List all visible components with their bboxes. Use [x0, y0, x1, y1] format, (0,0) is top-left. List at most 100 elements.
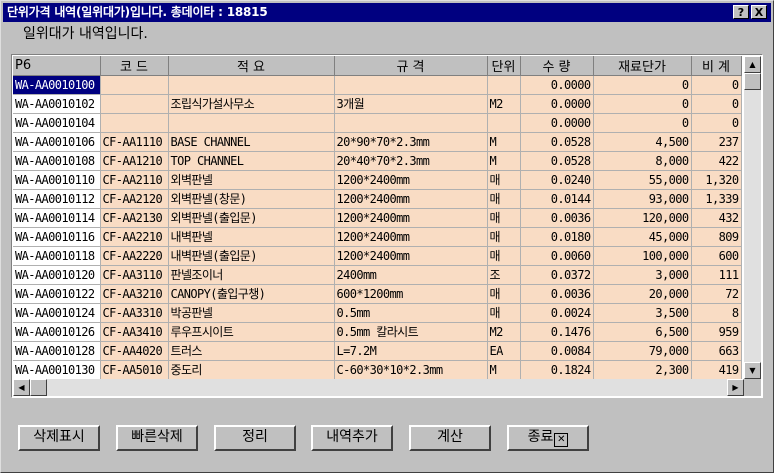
- table-cell[interactable]: 0: [691, 75, 742, 95]
- table-cell[interactable]: WA-AA0010130: [13, 360, 101, 380]
- quick-delete-button[interactable]: 빠른삭제: [116, 425, 198, 451]
- table-cell[interactable]: 0.1476: [520, 322, 594, 342]
- table-cell[interactable]: WA-AA0010112: [13, 189, 101, 209]
- table-cell[interactable]: CF-AA3110: [100, 265, 169, 285]
- table-cell[interactable]: 박공판넬: [168, 303, 335, 323]
- table-row[interactable]: WA-AA0010112 CF-AA2120 외벽판넬(창문) 1200*2400mm…: [13, 189, 742, 209]
- table-cell[interactable]: 중도리: [168, 360, 335, 380]
- table-cell[interactable]: 1200*2400mm: [334, 170, 488, 190]
- table-cell[interactable]: CF-AA3210: [100, 284, 169, 304]
- table-row[interactable]: WA-AA0010126 CF-AA3410 루우프시이트 0.5mm 칼라시트 M2 0…: [13, 322, 742, 342]
- table-cell[interactable]: 1,339: [691, 189, 742, 209]
- table-cell[interactable]: CF-AA3410: [100, 322, 169, 342]
- table-cell[interactable]: CF-AA4020: [100, 341, 169, 361]
- table-cell[interactable]: 0.0000: [520, 94, 594, 114]
- table-row[interactable]: WA-AA0010108 CF-AA1210 TOP CHANNEL 20*40*70…: [13, 151, 742, 171]
- scroll-left-button[interactable]: ◀: [13, 379, 30, 396]
- table-row[interactable]: WA-AA0010110 CF-AA2110 외벽판넬 1200*2400mm 매 0.0…: [13, 170, 742, 190]
- table-cell[interactable]: 2,300: [593, 360, 692, 380]
- table-cell[interactable]: 3,000: [593, 265, 692, 285]
- close-button[interactable]: X: [751, 5, 767, 19]
- table-cell[interactable]: 55,000: [593, 170, 692, 190]
- arrange-button[interactable]: 정리: [214, 425, 296, 451]
- table-cell[interactable]: 루우프시이트: [168, 322, 335, 342]
- table-cell[interactable]: CF-AA3310: [100, 303, 169, 323]
- table-row[interactable]: WA-AA0010118 CF-AA2220 내벽판넬(출입문) 1200*2400m…: [13, 246, 742, 266]
- table-row[interactable]: WA-AA0010128 CF-AA4020 트러스 L=7.2M EA 0.0084 79…: [13, 341, 742, 361]
- column-header[interactable]: P6: [13, 56, 101, 76]
- table-cell[interactable]: 1200*2400mm: [334, 208, 488, 228]
- table-cell[interactable]: [487, 113, 521, 133]
- scroll-right-button[interactable]: ▶: [727, 379, 744, 396]
- table-cell[interactable]: 45,000: [593, 227, 692, 247]
- table-cell[interactable]: [334, 75, 488, 95]
- table-cell[interactable]: 1,320: [691, 170, 742, 190]
- table-cell[interactable]: BASE CHANNEL: [168, 132, 335, 152]
- table-cell[interactable]: 419: [691, 360, 742, 380]
- table-cell[interactable]: CF-AA2220: [100, 246, 169, 266]
- table-cell[interactable]: 매: [487, 227, 521, 247]
- table-cell[interactable]: 0.5mm: [334, 303, 488, 323]
- table-cell[interactable]: 0.1824: [520, 360, 594, 380]
- table-cell[interactable]: WA-AA0010128: [13, 341, 101, 361]
- table-cell[interactable]: M2: [487, 94, 521, 114]
- table-cell[interactable]: 0: [593, 75, 692, 95]
- table-cell[interactable]: CF-AA2130: [100, 208, 169, 228]
- table-row[interactable]: WA-AA0010106 CF-AA1110 BASE CHANNEL 20*90*7…: [13, 132, 742, 152]
- add-item-button[interactable]: 내역추가: [311, 425, 393, 451]
- table-cell[interactable]: [487, 75, 521, 95]
- column-header[interactable]: 비 계: [691, 56, 742, 76]
- table-cell[interactable]: 0.0024: [520, 303, 594, 323]
- table-cell[interactable]: 600: [691, 246, 742, 266]
- table-cell[interactable]: 외벽판넬(출입문): [168, 208, 335, 228]
- table-cell[interactable]: 내벽판넬: [168, 227, 335, 247]
- table-cell[interactable]: 600*1200mm: [334, 284, 488, 304]
- table-cell[interactable]: 0.0036: [520, 284, 594, 304]
- table-row[interactable]: WA-AA0010100 0.0000 0 0: [13, 75, 742, 95]
- table-cell[interactable]: WA-AA0010120: [13, 265, 101, 285]
- calculate-button[interactable]: 계산: [409, 425, 491, 451]
- table-cell[interactable]: [100, 113, 169, 133]
- delete-mark-button[interactable]: 삭제표시: [18, 425, 100, 451]
- table-cell[interactable]: 조립식가설사무소: [168, 94, 335, 114]
- column-header[interactable]: 단위: [487, 56, 521, 76]
- table-cell[interactable]: CANOPY(출입구챙): [168, 284, 335, 304]
- table-row[interactable]: WA-AA0010122 CF-AA3210 CANOPY(출입구챙) 600*120…: [13, 284, 742, 304]
- table-cell[interactable]: TOP CHANNEL: [168, 151, 335, 171]
- column-header[interactable]: 코 드: [100, 56, 169, 76]
- table-cell[interactable]: 0: [593, 113, 692, 133]
- table-cell[interactable]: 0.0036: [520, 208, 594, 228]
- column-header[interactable]: 수 량: [520, 56, 594, 76]
- table-cell[interactable]: M: [487, 132, 521, 152]
- table-row[interactable]: WA-AA0010124 CF-AA3310 박공판넬 0.5mm 매 0.0024 3,5…: [13, 303, 742, 323]
- table-cell[interactable]: 0.0000: [520, 113, 594, 133]
- table-cell[interactable]: 809: [691, 227, 742, 247]
- column-header[interactable]: 재료단가: [593, 56, 692, 76]
- table-cell[interactable]: WA-AA0010106: [13, 132, 101, 152]
- horizontal-scrollbar[interactable]: ◀ ▶: [13, 379, 744, 396]
- table-cell[interactable]: 매: [487, 284, 521, 304]
- title-bar[interactable]: 단위가격 내역(일위대가)입니다. 총데이타 : 18815 ? X: [3, 3, 771, 22]
- table-cell[interactable]: [168, 113, 335, 133]
- table-cell[interactable]: 120,000: [593, 208, 692, 228]
- table-cell[interactable]: WA-AA0010124: [13, 303, 101, 323]
- table-cell[interactable]: [100, 94, 169, 114]
- table-cell[interactable]: WA-AA0010110: [13, 170, 101, 190]
- table-cell[interactable]: 93,000: [593, 189, 692, 209]
- table-cell[interactable]: 8,000: [593, 151, 692, 171]
- help-button[interactable]: ?: [733, 5, 749, 19]
- table-row[interactable]: WA-AA0010116 CF-AA2210 내벽판넬 1200*2400mm 매 0.0…: [13, 227, 742, 247]
- table-cell[interactable]: [100, 75, 169, 95]
- table-cell[interactable]: 매: [487, 170, 521, 190]
- table-cell[interactable]: 1200*2400mm: [334, 227, 488, 247]
- table-row[interactable]: WA-AA0010102 조립식가설사무소 3개월 M2 0.0000 0 0: [13, 94, 742, 114]
- scroll-down-button[interactable]: ▼: [744, 362, 761, 379]
- table-cell[interactable]: WA-AA0010122: [13, 284, 101, 304]
- table-cell[interactable]: C-60*30*10*2.3mm: [334, 360, 488, 380]
- table-cell[interactable]: 조: [487, 265, 521, 285]
- table-cell[interactable]: 0.0180: [520, 227, 594, 247]
- table-cell[interactable]: 79,000: [593, 341, 692, 361]
- table-cell[interactable]: 판넬조이너: [168, 265, 335, 285]
- table-cell[interactable]: 트러스: [168, 341, 335, 361]
- table-cell[interactable]: 3개월: [334, 94, 488, 114]
